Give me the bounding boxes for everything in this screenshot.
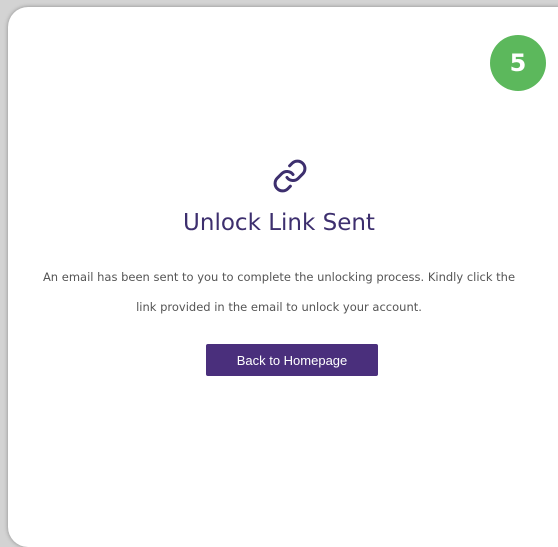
back-to-homepage-button[interactable]: Back to Homepage xyxy=(206,344,378,376)
step-badge: 5 xyxy=(490,35,546,91)
status-message: An email has been sent to you to complet… xyxy=(42,270,516,314)
page-title: Unlock Link Sent xyxy=(183,210,375,236)
link-icon xyxy=(273,159,307,193)
